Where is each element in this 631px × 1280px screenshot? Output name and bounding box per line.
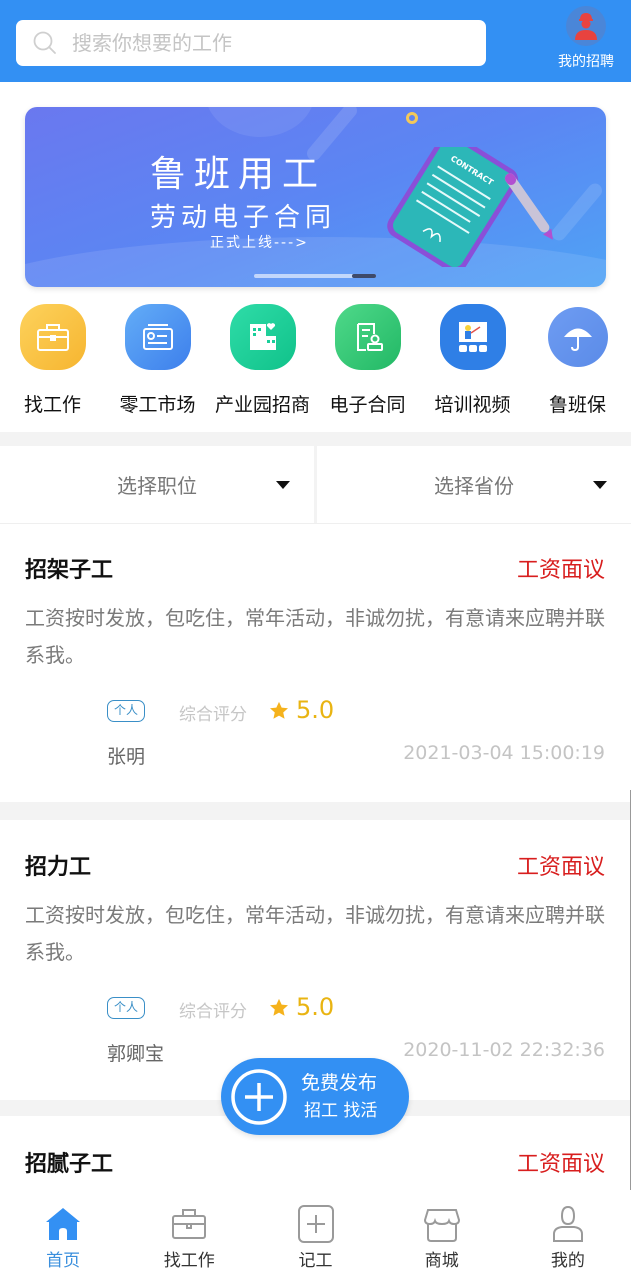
promo-banner[interactable]: 鲁班用工 劳动电子合同 正式上线---> CONTRACT	[25, 107, 606, 287]
poster-type-badge: 个人	[107, 997, 145, 1019]
province-filter-label: 选择省份	[434, 474, 514, 498]
job-description: 工资按时发放，包吃住，常年活动，非诚勿扰，有意请来应聘并联系我。	[25, 903, 605, 964]
caret-down-icon	[593, 481, 607, 489]
home-icon	[46, 1208, 81, 1240]
quick-item-industrial-park[interactable]: 产业园招商	[210, 300, 315, 417]
tab-home[interactable]: 首页	[0, 1196, 126, 1280]
tab-label: 我的	[550, 1251, 585, 1271]
star-icon	[270, 998, 288, 1016]
worker-avatar-icon	[566, 6, 606, 46]
plus-square-icon	[297, 1205, 334, 1243]
filter-bar: 选择职位 选择省份	[0, 446, 631, 524]
quick-item-label: 电子合同	[329, 394, 406, 416]
banner-cta: 正式上线--->	[210, 235, 309, 251]
bottom-tab-bar: 首页 找工作 记工 商城 我的	[0, 1196, 631, 1280]
contract-phone-icon: CONTRACT	[387, 147, 553, 267]
post-time: 2020-11-02 22:32:36	[403, 1039, 605, 1061]
my-recruit-label: 我的招聘	[558, 54, 614, 70]
job-salary: 工资面议	[516, 1152, 605, 1177]
tab-label: 找工作	[163, 1251, 215, 1271]
job-card[interactable]: 招架子工 工资面议 工资按时发放，包吃住，常年活动，非诚勿扰，有意请来应聘并联系…	[0, 528, 631, 802]
tab-label: 首页	[46, 1251, 81, 1271]
poster-type-badge: 个人	[107, 700, 145, 722]
quick-item-e-contract[interactable]: 电子合同	[315, 300, 420, 417]
rating-score: 5.0	[296, 993, 335, 1021]
fab-title: 免费发布	[301, 1071, 378, 1094]
quick-item-luban-insurance[interactable]: 鲁班保	[525, 300, 630, 417]
banner-ring-decoration	[406, 112, 418, 124]
banner-pagination-active	[352, 274, 376, 278]
free-post-button[interactable]: 免费发布 招工 找活	[221, 1058, 409, 1135]
banner-title: 鲁班用工	[150, 154, 327, 195]
job-title: 招力工	[25, 855, 92, 880]
tab-profile[interactable]: 我的	[505, 1196, 631, 1280]
banner-subtitle: 劳动电子合同	[150, 203, 337, 233]
search-bar[interactable]	[16, 20, 486, 66]
tab-label: 记工	[298, 1251, 333, 1271]
tab-find-job[interactable]: 找工作	[126, 1196, 252, 1280]
building-icon	[229, 304, 296, 370]
quick-item-label: 鲁班保	[548, 394, 606, 416]
job-title: 招架子工	[25, 558, 114, 583]
tab-shop[interactable]: 商城	[379, 1196, 505, 1280]
shop-icon	[423, 1209, 460, 1242]
quick-item-label: 产业园招商	[214, 394, 310, 416]
header: 我的招聘	[0, 0, 631, 82]
rating-score: 5.0	[296, 696, 335, 724]
star-icon	[270, 701, 288, 719]
job-title: 招腻子工	[25, 1152, 114, 1177]
user-icon	[552, 1205, 583, 1242]
quick-menu: 找工作 零工市场 产业园招商 电子合同 培训视频 鲁班保	[0, 300, 631, 425]
poster-name: 张明	[107, 746, 146, 768]
fab-subtitle: 招工 找活	[304, 1100, 378, 1121]
job-salary: 工资面议	[516, 855, 605, 880]
job-description: 工资按时发放，包吃住，常年活动，非诚勿扰，有意请来应聘并联系我。	[25, 606, 605, 667]
quick-item-find-job[interactable]: 找工作	[0, 300, 105, 417]
briefcase-icon	[19, 304, 86, 370]
position-filter-label: 选择职位	[117, 474, 197, 498]
post-time: 2021-03-04 15:00:19	[403, 742, 605, 764]
quick-item-label: 培训视频	[434, 394, 511, 416]
search-icon	[33, 31, 56, 54]
search-input[interactable]	[72, 31, 452, 55]
poster-name: 郭卿宝	[107, 1043, 165, 1065]
quick-item-label: 找工作	[23, 394, 81, 416]
rating-label: 综合评分	[179, 1002, 247, 1022]
contract-stamp-icon	[334, 304, 401, 370]
rating-label: 综合评分	[179, 705, 247, 725]
umbrella-icon	[547, 307, 608, 367]
banner-pagination	[254, 274, 376, 278]
caret-down-icon	[276, 481, 290, 489]
job-salary: 工资面议	[516, 558, 605, 583]
plus-circle-icon	[231, 1068, 287, 1125]
quick-item-training-video[interactable]: 培训视频	[420, 300, 525, 417]
training-icon	[439, 304, 506, 370]
quick-item-label: 零工市场	[119, 394, 196, 416]
section-divider	[0, 802, 631, 820]
briefcase-icon	[172, 1209, 207, 1239]
id-card-icon	[124, 304, 191, 370]
banner-decoration	[205, 107, 315, 137]
my-recruit-button[interactable]: 我的招聘	[546, 4, 626, 76]
tab-work-log[interactable]: 记工	[252, 1196, 378, 1280]
tab-label: 商城	[424, 1251, 459, 1271]
quick-item-gig-market[interactable]: 零工市场	[105, 300, 210, 417]
section-divider	[0, 432, 631, 446]
province-filter-dropdown[interactable]: 选择省份	[314, 446, 631, 523]
position-filter-dropdown[interactable]: 选择职位	[0, 446, 314, 523]
